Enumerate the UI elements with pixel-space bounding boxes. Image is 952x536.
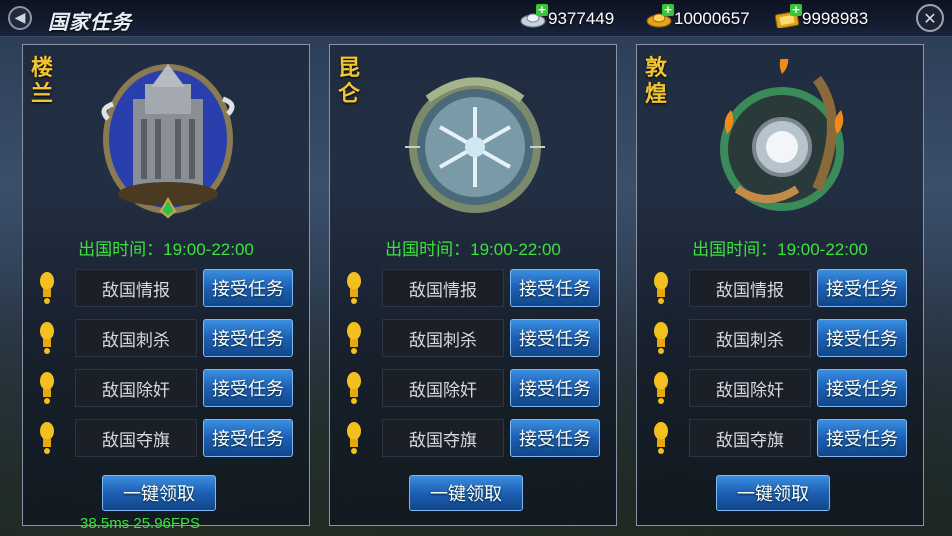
lightbulb-icon bbox=[653, 271, 669, 305]
flying-apsara-emblem-icon bbox=[707, 50, 857, 219]
mission-row: 敌国刺杀 接受任务 bbox=[649, 319, 919, 357]
mission-row: 敌国情报 接受任务 bbox=[35, 269, 305, 307]
claim-all-button[interactable]: 一键领取 bbox=[409, 475, 523, 511]
mission-row: 敌国夺旗 接受任务 bbox=[35, 419, 305, 457]
page-title: 国家任务 bbox=[48, 10, 132, 34]
lightbulb-icon bbox=[39, 371, 55, 405]
lightbulb-icon bbox=[346, 271, 362, 305]
lightbulb-icon bbox=[39, 321, 55, 355]
currency-ticket: + 9998983 bbox=[774, 4, 869, 30]
plus-icon[interactable]: + bbox=[662, 4, 674, 16]
accept-mission-button[interactable]: 接受任务 bbox=[510, 369, 600, 407]
snowflake-emblem-icon bbox=[400, 59, 550, 219]
mission-label: 敌国除奸 bbox=[382, 369, 504, 407]
silver-value: 9377449 bbox=[548, 9, 615, 28]
accept-mission-button[interactable]: 接受任务 bbox=[203, 319, 293, 357]
lightbulb-icon bbox=[346, 371, 362, 405]
country-panel-dunhuang: 敦煌 出国时间：19:00-22:00 敌国情报 接受任务 敌国刺杀 接受任务 … bbox=[636, 44, 924, 526]
mission-row: 敌国除奸 接受任务 bbox=[649, 369, 919, 407]
back-button[interactable]: ◀ bbox=[8, 6, 32, 30]
plus-icon[interactable]: + bbox=[536, 4, 548, 16]
chevron-left-icon: ◀ bbox=[14, 10, 26, 26]
country-name: 敦煌 bbox=[645, 55, 668, 107]
mission-row: 敌国夺旗 接受任务 bbox=[342, 419, 612, 457]
accept-mission-button[interactable]: 接受任务 bbox=[203, 369, 293, 407]
mission-label: 敌国除奸 bbox=[75, 369, 197, 407]
mission-label: 敌国情报 bbox=[382, 269, 504, 307]
country-panel-kunlun: 昆仑 出国时间：19:00-22:00 敌国情报 接受任务 敌国刺杀 接受任务 … bbox=[329, 44, 617, 526]
departure-time: 出国时间：19:00-22:00 bbox=[692, 240, 868, 259]
close-icon: ✕ bbox=[923, 8, 937, 28]
mission-row: 敌国夺旗 接受任务 bbox=[649, 419, 919, 457]
lightbulb-icon bbox=[653, 321, 669, 355]
ticket-value: 9998983 bbox=[802, 9, 869, 28]
close-button[interactable]: ✕ bbox=[916, 4, 944, 32]
lightbulb-icon bbox=[653, 421, 669, 455]
lightbulb-icon bbox=[653, 371, 669, 405]
accept-mission-button[interactable]: 接受任务 bbox=[817, 319, 907, 357]
lightbulb-icon bbox=[39, 271, 55, 305]
mission-label: 敌国除奸 bbox=[689, 369, 811, 407]
accept-mission-button[interactable]: 接受任务 bbox=[203, 419, 293, 457]
mission-row: 敌国刺杀 接受任务 bbox=[342, 319, 612, 357]
gold-value: 10000657 bbox=[674, 9, 750, 28]
silver-ingot-icon: + bbox=[520, 4, 548, 28]
mission-row: 敌国情报 接受任务 bbox=[649, 269, 919, 307]
gold-ingot-icon: + bbox=[646, 4, 674, 28]
country-panel-loulan: 楼兰 出国时间：19:00-22:00 敌国情报 接受任务 敌国刺杀 接受任务 … bbox=[22, 44, 310, 526]
accept-mission-button[interactable]: 接受任务 bbox=[510, 269, 600, 307]
lightbulb-icon bbox=[39, 421, 55, 455]
mission-row: 敌国除奸 接受任务 bbox=[35, 369, 305, 407]
country-name: 楼兰 bbox=[31, 55, 54, 107]
mission-row: 敌国刺杀 接受任务 bbox=[35, 319, 305, 357]
accept-mission-button[interactable]: 接受任务 bbox=[203, 269, 293, 307]
departure-time: 出国时间：19:00-22:00 bbox=[385, 240, 561, 259]
currency-gold: + 10000657 bbox=[646, 4, 750, 30]
accept-mission-button[interactable]: 接受任务 bbox=[817, 369, 907, 407]
mission-label: 敌国情报 bbox=[689, 269, 811, 307]
mission-label: 敌国刺杀 bbox=[75, 319, 197, 357]
mission-row: 敌国情报 接受任务 bbox=[342, 269, 612, 307]
mission-label: 敌国夺旗 bbox=[689, 419, 811, 457]
mission-label: 敌国刺杀 bbox=[382, 319, 504, 357]
accept-mission-button[interactable]: 接受任务 bbox=[817, 269, 907, 307]
gold-ticket-icon: + bbox=[774, 4, 802, 29]
mission-label: 敌国夺旗 bbox=[382, 419, 504, 457]
claim-all-button[interactable]: 一键领取 bbox=[102, 475, 216, 511]
accept-mission-button[interactable]: 接受任务 bbox=[510, 419, 600, 457]
top-bar: ◀ 国家任务 + 9377449 + 10000657 + 9998983 ✕ bbox=[0, 0, 952, 37]
plus-icon[interactable]: + bbox=[790, 4, 802, 16]
mission-label: 敌国夺旗 bbox=[75, 419, 197, 457]
mission-row: 敌国除奸 接受任务 bbox=[342, 369, 612, 407]
country-name: 昆仑 bbox=[338, 55, 361, 107]
claim-all-button[interactable]: 一键领取 bbox=[716, 475, 830, 511]
lightbulb-icon bbox=[346, 321, 362, 355]
accept-mission-button[interactable]: 接受任务 bbox=[510, 319, 600, 357]
mission-label: 敌国刺杀 bbox=[689, 319, 811, 357]
fortress-emblem-icon bbox=[93, 59, 243, 219]
accept-mission-button[interactable]: 接受任务 bbox=[817, 419, 907, 457]
fps-counter: 38.5ms 25.96FPS bbox=[80, 515, 201, 532]
departure-time: 出国时间：19:00-22:00 bbox=[78, 240, 254, 259]
mission-label: 敌国情报 bbox=[75, 269, 197, 307]
currency-silver: + 9377449 bbox=[520, 4, 615, 30]
lightbulb-icon bbox=[346, 421, 362, 455]
